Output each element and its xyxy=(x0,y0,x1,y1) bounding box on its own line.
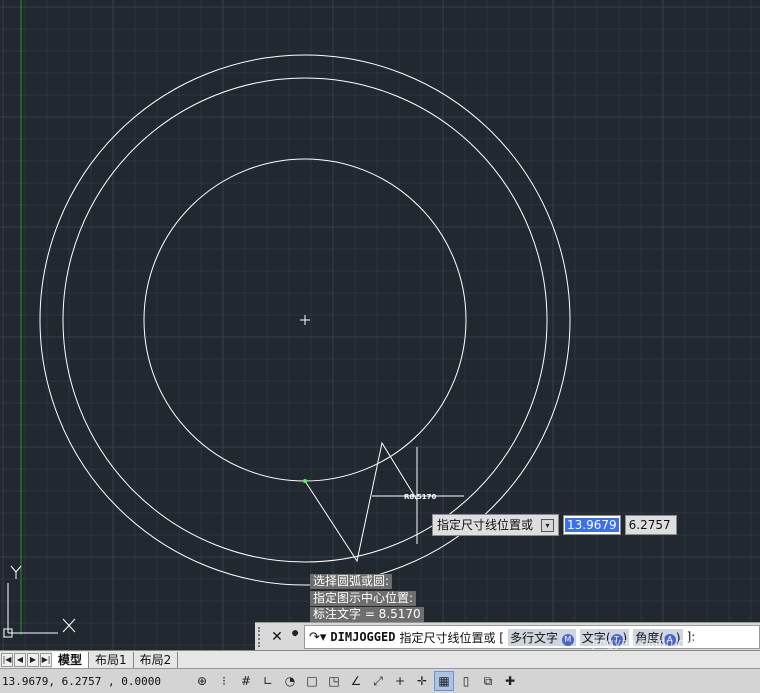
dimension-arrow-point xyxy=(303,479,307,483)
transparency-icon[interactable]: ▦ xyxy=(434,671,454,691)
grid-display-icon[interactable]: # xyxy=(236,671,256,691)
tab-layout2[interactable]: 布局2 xyxy=(134,651,179,668)
customize-wrench-icon[interactable] xyxy=(286,627,304,647)
snap-mode-icon[interactable]: ⁝ xyxy=(214,671,234,691)
tab-layout1[interactable]: 布局1 xyxy=(89,651,134,668)
dynamic-prompt-text: 指定尺寸线位置或 xyxy=(437,518,534,532)
center-mark xyxy=(300,315,310,325)
3d-object-snap-icon[interactable]: ◳ xyxy=(324,671,344,691)
polar-tracking-icon[interactable]: ◔ xyxy=(280,671,300,691)
lineweight-icon[interactable]: ✛ xyxy=(412,671,432,691)
ortho-mode-icon[interactable]: ∟ xyxy=(258,671,278,691)
x-coordinate-value[interactable]: 13.9679 xyxy=(565,518,619,532)
x-coordinate-input[interactable]: 13.9679 xyxy=(563,515,621,535)
command-line-grip[interactable] xyxy=(258,627,265,647)
dimension-text: R8.5170 xyxy=(404,493,437,501)
recent-commands-icon[interactable]: ↷▾ xyxy=(309,630,326,645)
watermark: jingyan.baidu.com xyxy=(592,636,703,650)
infer-constraints-icon[interactable]: ⊕ xyxy=(192,671,212,691)
jogged-dimension xyxy=(304,441,464,563)
grid xyxy=(0,0,760,650)
command-history-line: 标注文字 = 8.5170 xyxy=(310,607,424,622)
layout-tab-bar: |◀ ◀ ▶ ▶| 模型 布局1 布局2 xyxy=(0,650,760,668)
next-tab-icon[interactable]: ▶ xyxy=(27,652,39,667)
annotation-monitor-icon[interactable]: ✚ xyxy=(500,671,520,691)
y-coordinate-input[interactable]: 6.2757 xyxy=(624,515,677,535)
command-name: DIMJOGGED xyxy=(330,630,396,644)
dynamic-input-tooltip: 指定尺寸线位置或 ▾ 13.9679 6.2757 xyxy=(432,514,677,536)
first-tab-icon[interactable]: |◀ xyxy=(1,652,13,667)
option-mtext[interactable]: 多行文字 M xyxy=(507,628,576,646)
drawing-viewport[interactable]: R8.5170 选择圆弧或圆: 指定图示中心位置: 标注文字 = 8.5170 … xyxy=(0,0,760,650)
command-prompt: 指定尺寸线位置或 [ xyxy=(399,630,504,645)
object-snap-icon[interactable]: □ xyxy=(302,671,322,691)
last-tab-icon[interactable]: ▶| xyxy=(40,652,52,667)
options-dropdown-icon[interactable]: ▾ xyxy=(541,518,555,532)
dynamic-input-icon[interactable]: + xyxy=(390,671,410,691)
close-icon[interactable]: ✕ xyxy=(268,627,286,647)
quick-properties-icon[interactable]: ▯ xyxy=(456,671,476,691)
command-history-line: 指定图示中心位置: xyxy=(310,591,417,606)
coordinate-display[interactable]: 13.9679, 6.2757 , 0.0000 xyxy=(0,675,192,688)
prev-tab-icon[interactable]: ◀ xyxy=(14,652,26,667)
command-history-line: 选择圆弧或圆: xyxy=(310,574,393,589)
status-bar: 13.9679, 6.2757 , 0.0000 ⊕ ⁝ # ∟ ◔ □ ◳ ∠… xyxy=(0,668,760,693)
tab-model[interactable]: 模型 xyxy=(52,651,90,668)
dynamic-ucs-icon[interactable]: ⤢ xyxy=(368,671,388,691)
dynamic-prompt: 指定尺寸线位置或 ▾ xyxy=(432,514,560,536)
model-space-drawing[interactable]: R8.5170 xyxy=(0,0,760,650)
selection-cycling-icon[interactable]: ⧉ xyxy=(478,671,498,691)
object-snap-tracking-icon[interactable]: ∠ xyxy=(346,671,366,691)
